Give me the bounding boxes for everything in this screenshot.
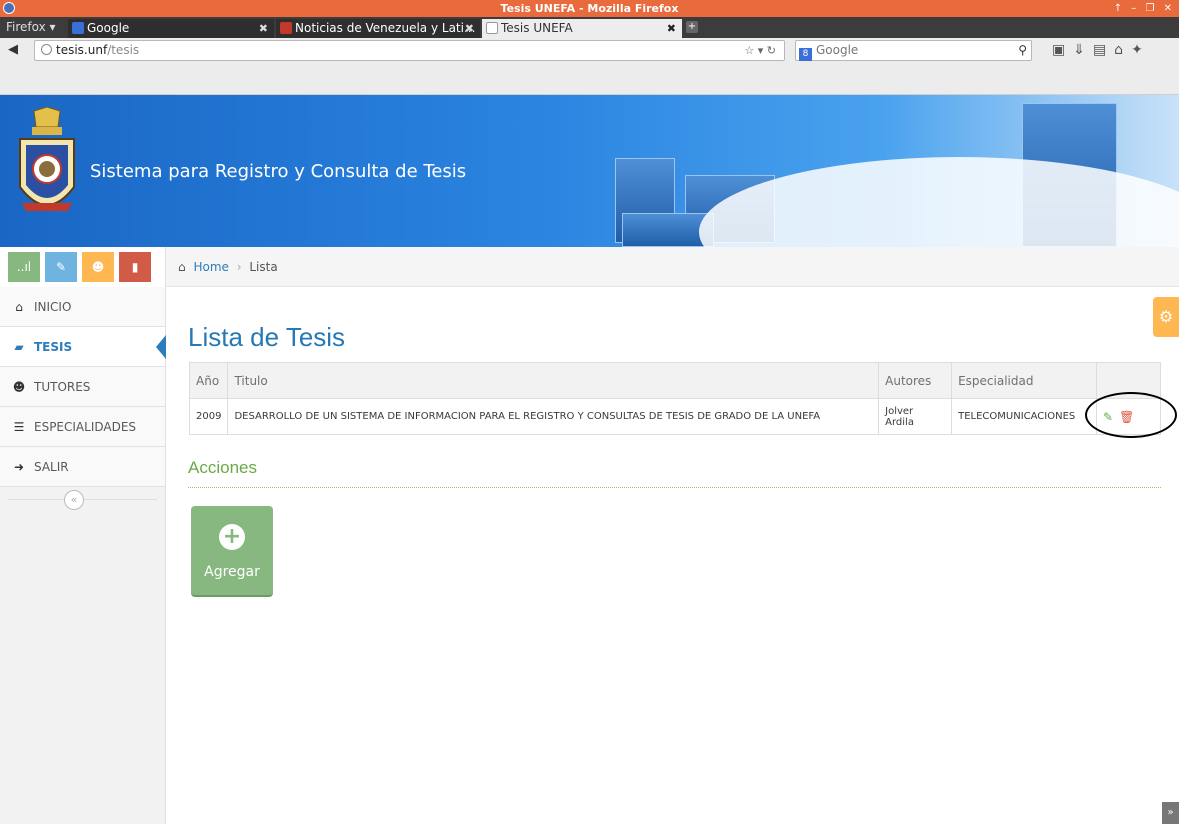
column-header-title[interactable]: Titulo <box>227 362 880 399</box>
cell-author: Jolver Ardila <box>878 398 953 435</box>
actions-heading: Acciones <box>188 458 1161 488</box>
breadcrumb-current: Lista <box>249 260 278 274</box>
tab-label: Noticias de Venezuela y Lati... <box>295 21 476 35</box>
sidebar-collapse-bar: « <box>0 487 165 515</box>
breadcrumb-home-link[interactable]: Home <box>193 260 228 274</box>
page-favicon-icon <box>486 22 498 34</box>
tab-bar: Firefox ▾ Google ✖ Noticias de Venezuela… <box>0 17 1179 38</box>
breadcrumb-separator-icon: › <box>236 260 242 274</box>
book-icon: ▰ <box>14 340 24 354</box>
tab-google[interactable]: Google ✖ <box>68 19 274 38</box>
tab-label: Tesis UNEFA <box>501 21 573 35</box>
sidebar-item-salir[interactable]: ➜ SALIR <box>0 447 165 487</box>
globe-icon <box>41 44 52 55</box>
window-controls[interactable]: ↑ – ❐ ✕ <box>1114 0 1175 17</box>
add-button-label: Agregar <box>204 564 260 580</box>
group-icon: ☻ <box>12 380 26 394</box>
sidebar-item-label: INICIO <box>34 300 72 314</box>
add-thesis-button[interactable]: + Agregar <box>191 506 273 597</box>
google-engine-icon[interactable]: 8 <box>799 48 812 61</box>
search-icon[interactable]: ⚲ <box>1018 41 1027 60</box>
close-tab-icon[interactable]: ✖ <box>667 19 676 38</box>
toolbar-icons[interactable]: ▣⇓▤⌂✦ <box>1052 40 1151 61</box>
table-header-row: Año Titulo Autores Especialidad <box>188 362 1161 399</box>
back-arrow-icon[interactable]: ◀ <box>8 42 18 57</box>
sidebar-item-inicio[interactable]: ⌂ INICIO <box>0 287 165 327</box>
site-banner: Sistema para Registro y Consulta de Tesi… <box>0 95 1179 247</box>
sidebar: ..ıl ✎ ☻ ▮ ⌂ INICIO ▰ TESIS ☻ TUTORES ☰ ESPECIA… <box>0 247 166 824</box>
plus-circle-icon: + <box>219 524 245 550</box>
column-header-year[interactable]: Año <box>188 362 229 399</box>
annotation-circle <box>1085 392 1177 438</box>
window-title: Tesis UNEFA - Mozilla Firefox <box>500 2 679 15</box>
url-bar[interactable]: tesis.unf/tesis ☆ ▾ ↻ <box>34 40 785 61</box>
tab-noticias[interactable]: Noticias de Venezuela y Lati... ✖ <box>276 19 480 38</box>
collapse-sidebar-icon[interactable]: « <box>64 490 84 510</box>
sidebar-item-label: ESPECIALIDADES <box>34 420 137 434</box>
search-placeholder: Google <box>816 43 859 57</box>
list-icon: ☰ <box>13 420 25 434</box>
sidebar-item-tutores[interactable]: ☻ TUTORES <box>0 367 165 407</box>
firefox-menu-button[interactable]: Firefox ▾ <box>6 17 56 38</box>
site-title: Sistema para Registro y Consulta de Tesi… <box>90 161 467 182</box>
users-shortcut-button[interactable]: ☻ <box>82 252 114 282</box>
window-titlebar: Tesis UNEFA - Mozilla Firefox ↑ – ❐ ✕ <box>0 0 1179 17</box>
book-shortcut-button[interactable]: ▮ <box>119 252 151 282</box>
pencil-shortcut-button[interactable]: ✎ <box>45 252 77 282</box>
logout-icon: ➜ <box>13 460 25 474</box>
settings-gear-button[interactable]: ⚙ <box>1153 297 1179 337</box>
tab-tesis-unefa[interactable]: Tesis UNEFA ✖ <box>482 19 682 38</box>
banner-swoosh <box>699 157 1179 247</box>
cell-specialty: TELECOMUNICACIONES <box>951 398 1098 435</box>
sidebar-item-label: TESIS <box>34 340 73 354</box>
url-path: /tesis <box>107 43 140 57</box>
google-favicon-icon <box>72 22 84 34</box>
home-icon: ⌂ <box>178 260 186 274</box>
breadcrumb: ⌂ Home › Lista <box>166 247 1179 287</box>
navigation-bar: ◀ tesis.unf/tesis ☆ ▾ ↻ 8 Google ⚲ ▣⇓▤⌂✦ <box>0 38 1179 95</box>
table-row: 2009 DESARROLLO DE UN SISTEMA DE INFORMA… <box>188 398 1161 435</box>
close-tab-icon[interactable]: ✖ <box>465 19 474 38</box>
thesis-table: Año Titulo Autores Especialidad 2009 DES… <box>188 362 1161 435</box>
new-tab-button[interactable]: + <box>686 21 698 33</box>
page-title: Lista de Tesis <box>188 322 346 352</box>
home-icon: ⌂ <box>15 300 23 314</box>
cell-year: 2009 <box>188 398 229 435</box>
tab-label: Google <box>87 21 130 35</box>
search-bar[interactable]: 8 Google ⚲ <box>795 40 1032 61</box>
cell-title: DESARROLLO DE UN SISTEMA DE INFORMACION … <box>227 398 880 435</box>
url-controls[interactable]: ☆ ▾ ↻ <box>744 41 776 60</box>
news-favicon-icon <box>280 22 292 34</box>
sidebar-item-label: SALIR <box>34 460 69 474</box>
close-tab-icon[interactable]: ✖ <box>259 19 268 38</box>
sidebar-shortcuts: ..ıl ✎ ☻ ▮ <box>0 247 165 287</box>
stats-shortcut-button[interactable]: ..ıl <box>8 252 40 282</box>
column-header-authors[interactable]: Autores <box>878 362 953 399</box>
url-host: tesis.unf <box>56 43 108 57</box>
scroll-to-top-button[interactable]: » <box>1162 802 1179 824</box>
column-header-specialty[interactable]: Especialidad <box>951 362 1098 399</box>
unefa-crest-logo <box>19 107 75 211</box>
sidebar-item-tesis[interactable]: ▰ TESIS <box>0 327 166 367</box>
sidebar-item-label: TUTORES <box>34 380 91 394</box>
sidebar-item-especialidades[interactable]: ☰ ESPECIALIDADES <box>0 407 165 447</box>
